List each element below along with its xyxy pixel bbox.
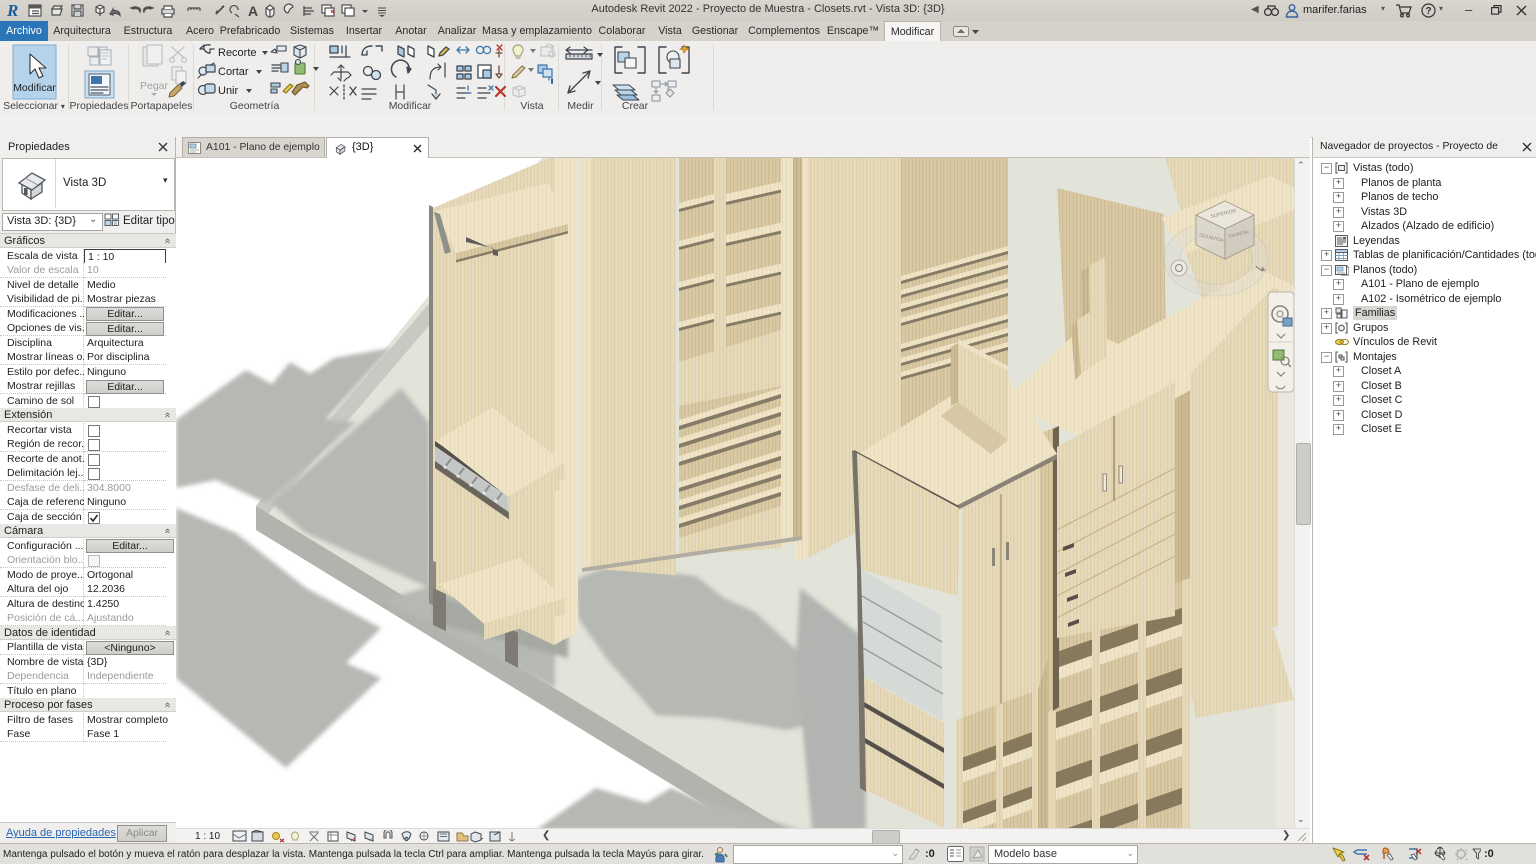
svg-text:Cortar: Cortar — [218, 66, 249, 78]
svg-text:Unir: Unir — [218, 85, 239, 97]
svg-text:Recorte: Recorte — [218, 47, 257, 59]
svg-text:?: ? — [1426, 6, 1432, 17]
svg-text:Pegar: Pegar — [140, 80, 169, 92]
svg-text:Modificar: Modificar — [13, 82, 56, 94]
